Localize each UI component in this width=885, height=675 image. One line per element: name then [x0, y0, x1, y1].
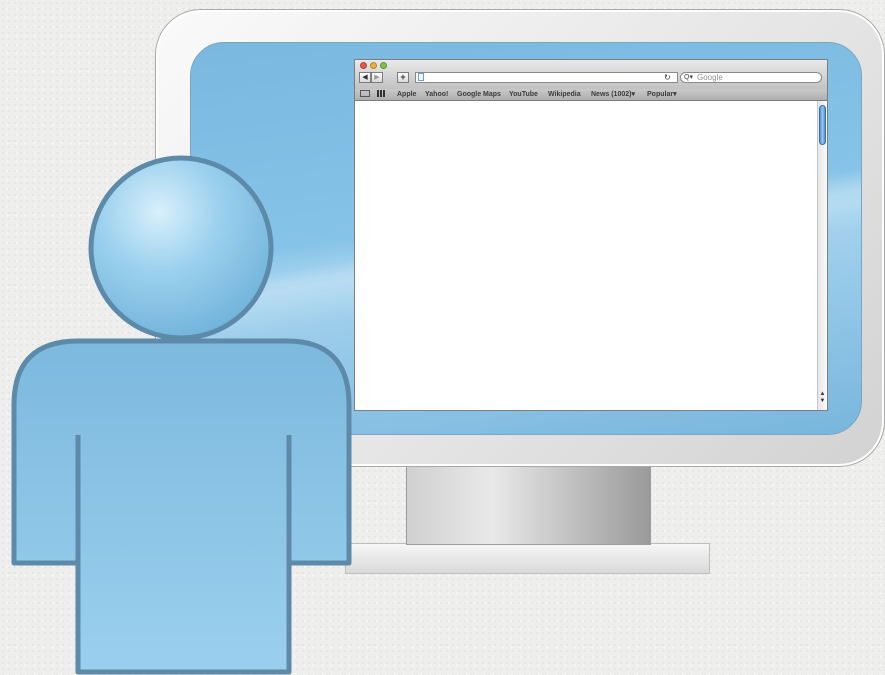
user-icon	[11, 155, 352, 675]
user-head	[88, 155, 274, 341]
user-body	[11, 338, 352, 675]
